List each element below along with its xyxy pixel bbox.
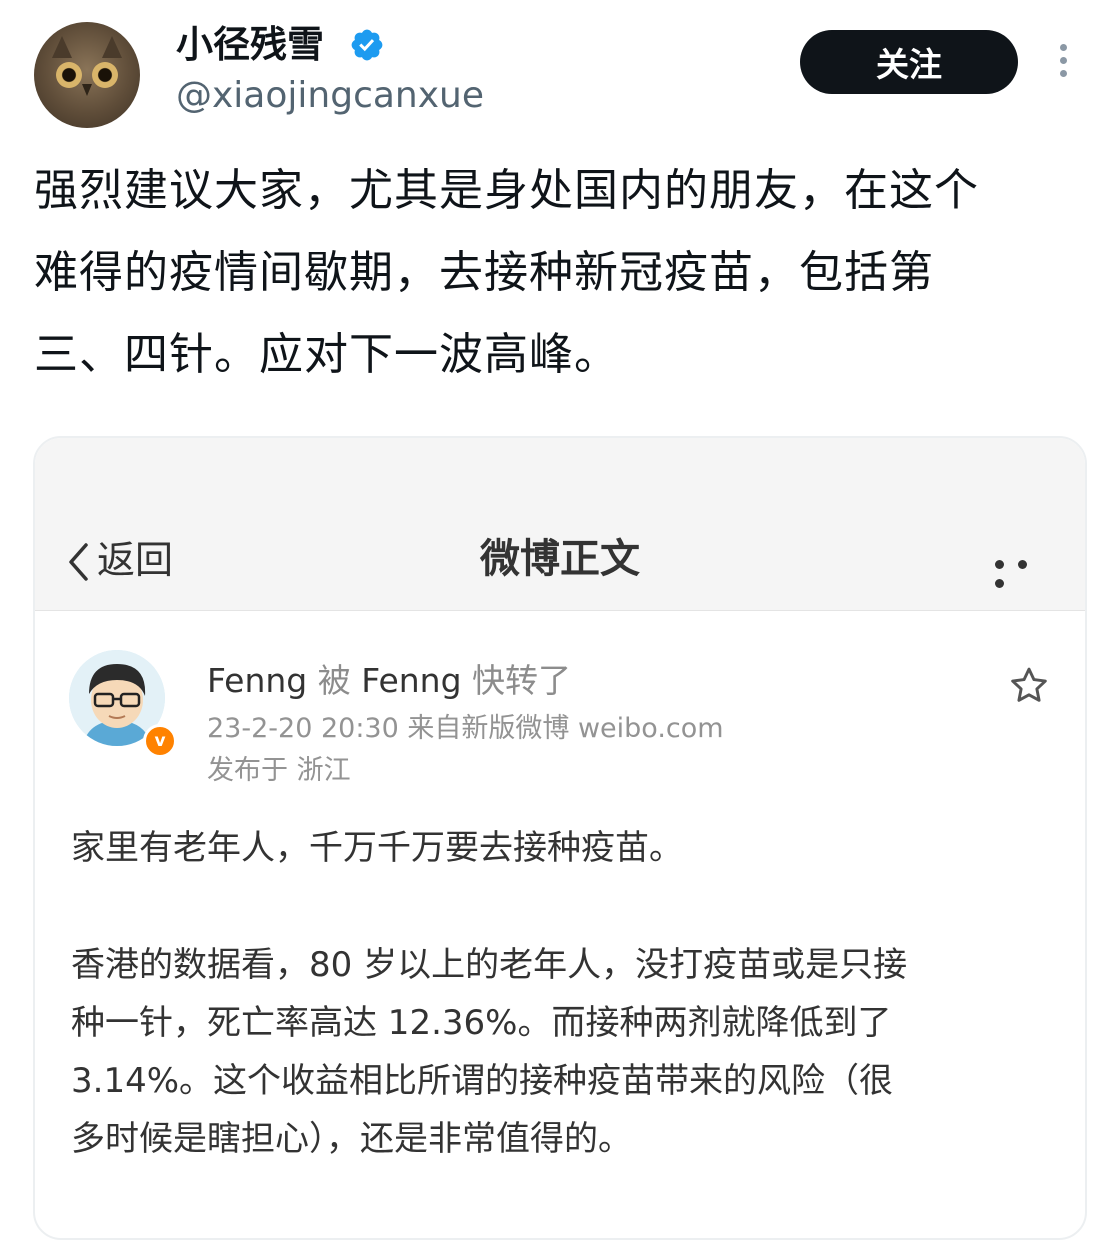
owl-ear-right xyxy=(102,36,122,58)
repost-suffix: 快转了 xyxy=(472,661,572,700)
dot xyxy=(1059,57,1067,64)
post-location: 发布于 浙江 xyxy=(207,755,351,786)
post-line: 种一针，死亡率高达 12.36%。而接种两剂就降低到了 xyxy=(71,1003,892,1043)
verified-badge-icon xyxy=(351,29,383,61)
more-vertical-icon[interactable] xyxy=(1052,44,1074,84)
weibo-meta: 23-2-20 20:30 来自新版微博 weibo.com xyxy=(207,710,724,748)
owl-eye-right xyxy=(92,62,118,88)
reposter-name[interactable]: Fenng xyxy=(361,661,461,700)
owl-ear-left xyxy=(52,36,72,58)
tweet-text: 强烈建议大家，尤其是身处国内的朋友，在这个 难得的疫情间歇期，去接种新冠疫苗，包… xyxy=(34,150,1094,396)
repost-word: 被 xyxy=(317,661,351,700)
post-line: 多时候是瞎担心），还是非常值得的。 xyxy=(71,1119,632,1159)
post-paragraph: 家里有老年人，千万千万要去接种疫苗。 xyxy=(71,828,683,868)
dot xyxy=(1018,560,1027,569)
dot xyxy=(995,560,1004,569)
user-handle[interactable]: @xiaojingcanxue xyxy=(176,74,484,118)
weibo-page-title: 微博正文 xyxy=(480,536,640,582)
owl-beak xyxy=(82,84,92,96)
tweet-text-line: 强烈建议大家，尤其是身处国内的朋友，在这个 xyxy=(34,165,979,216)
weibo-nav-bar xyxy=(35,438,1085,611)
dot xyxy=(1059,70,1067,77)
post-source: 来自新版微博 weibo.com xyxy=(407,713,724,744)
author-name[interactable]: Fenng xyxy=(207,661,307,700)
tweet-text-line: 三、四针。应对下一波高峰。 xyxy=(34,329,619,380)
tweet-text-line: 难得的疫情间歇期，去接种新冠疫苗，包括第 xyxy=(34,247,934,298)
attached-image[interactable]: 返回 微博正文 v Fenng 被 Fenng 快转了 23-2-20 20:3… xyxy=(33,436,1087,1240)
more-horizontal-icon[interactable] xyxy=(995,554,1055,588)
star-icon[interactable] xyxy=(1007,664,1051,708)
weibo-post-body: 家里有老年人，千万千万要去接种疫苗。 香港的数据看，80 岁以上的老年人，没打疫… xyxy=(71,822,1061,1168)
display-name[interactable]: 小径残雪 xyxy=(176,22,324,68)
follow-button[interactable]: 关注 xyxy=(800,30,1018,94)
dot xyxy=(995,579,1004,588)
post-line: 3.14%。这个收益相比所谓的接种疫苗带来的风险（很 xyxy=(71,1061,894,1101)
owl-eye-left xyxy=(56,62,82,88)
avatar[interactable] xyxy=(34,22,140,128)
dot xyxy=(1059,44,1067,51)
verified-v-badge: v xyxy=(143,724,177,758)
post-line: 香港的数据看，80 岁以上的老年人，没打疫苗或是只接 xyxy=(71,945,908,985)
post-paragraph: 香港的数据看，80 岁以上的老年人，没打疫苗或是只接 种一针，死亡率高达 12.… xyxy=(71,936,1061,1168)
post-timestamp: 23-2-20 20:30 xyxy=(207,713,399,744)
weibo-author-line: Fenng 被 Fenng 快转了 xyxy=(207,658,571,704)
